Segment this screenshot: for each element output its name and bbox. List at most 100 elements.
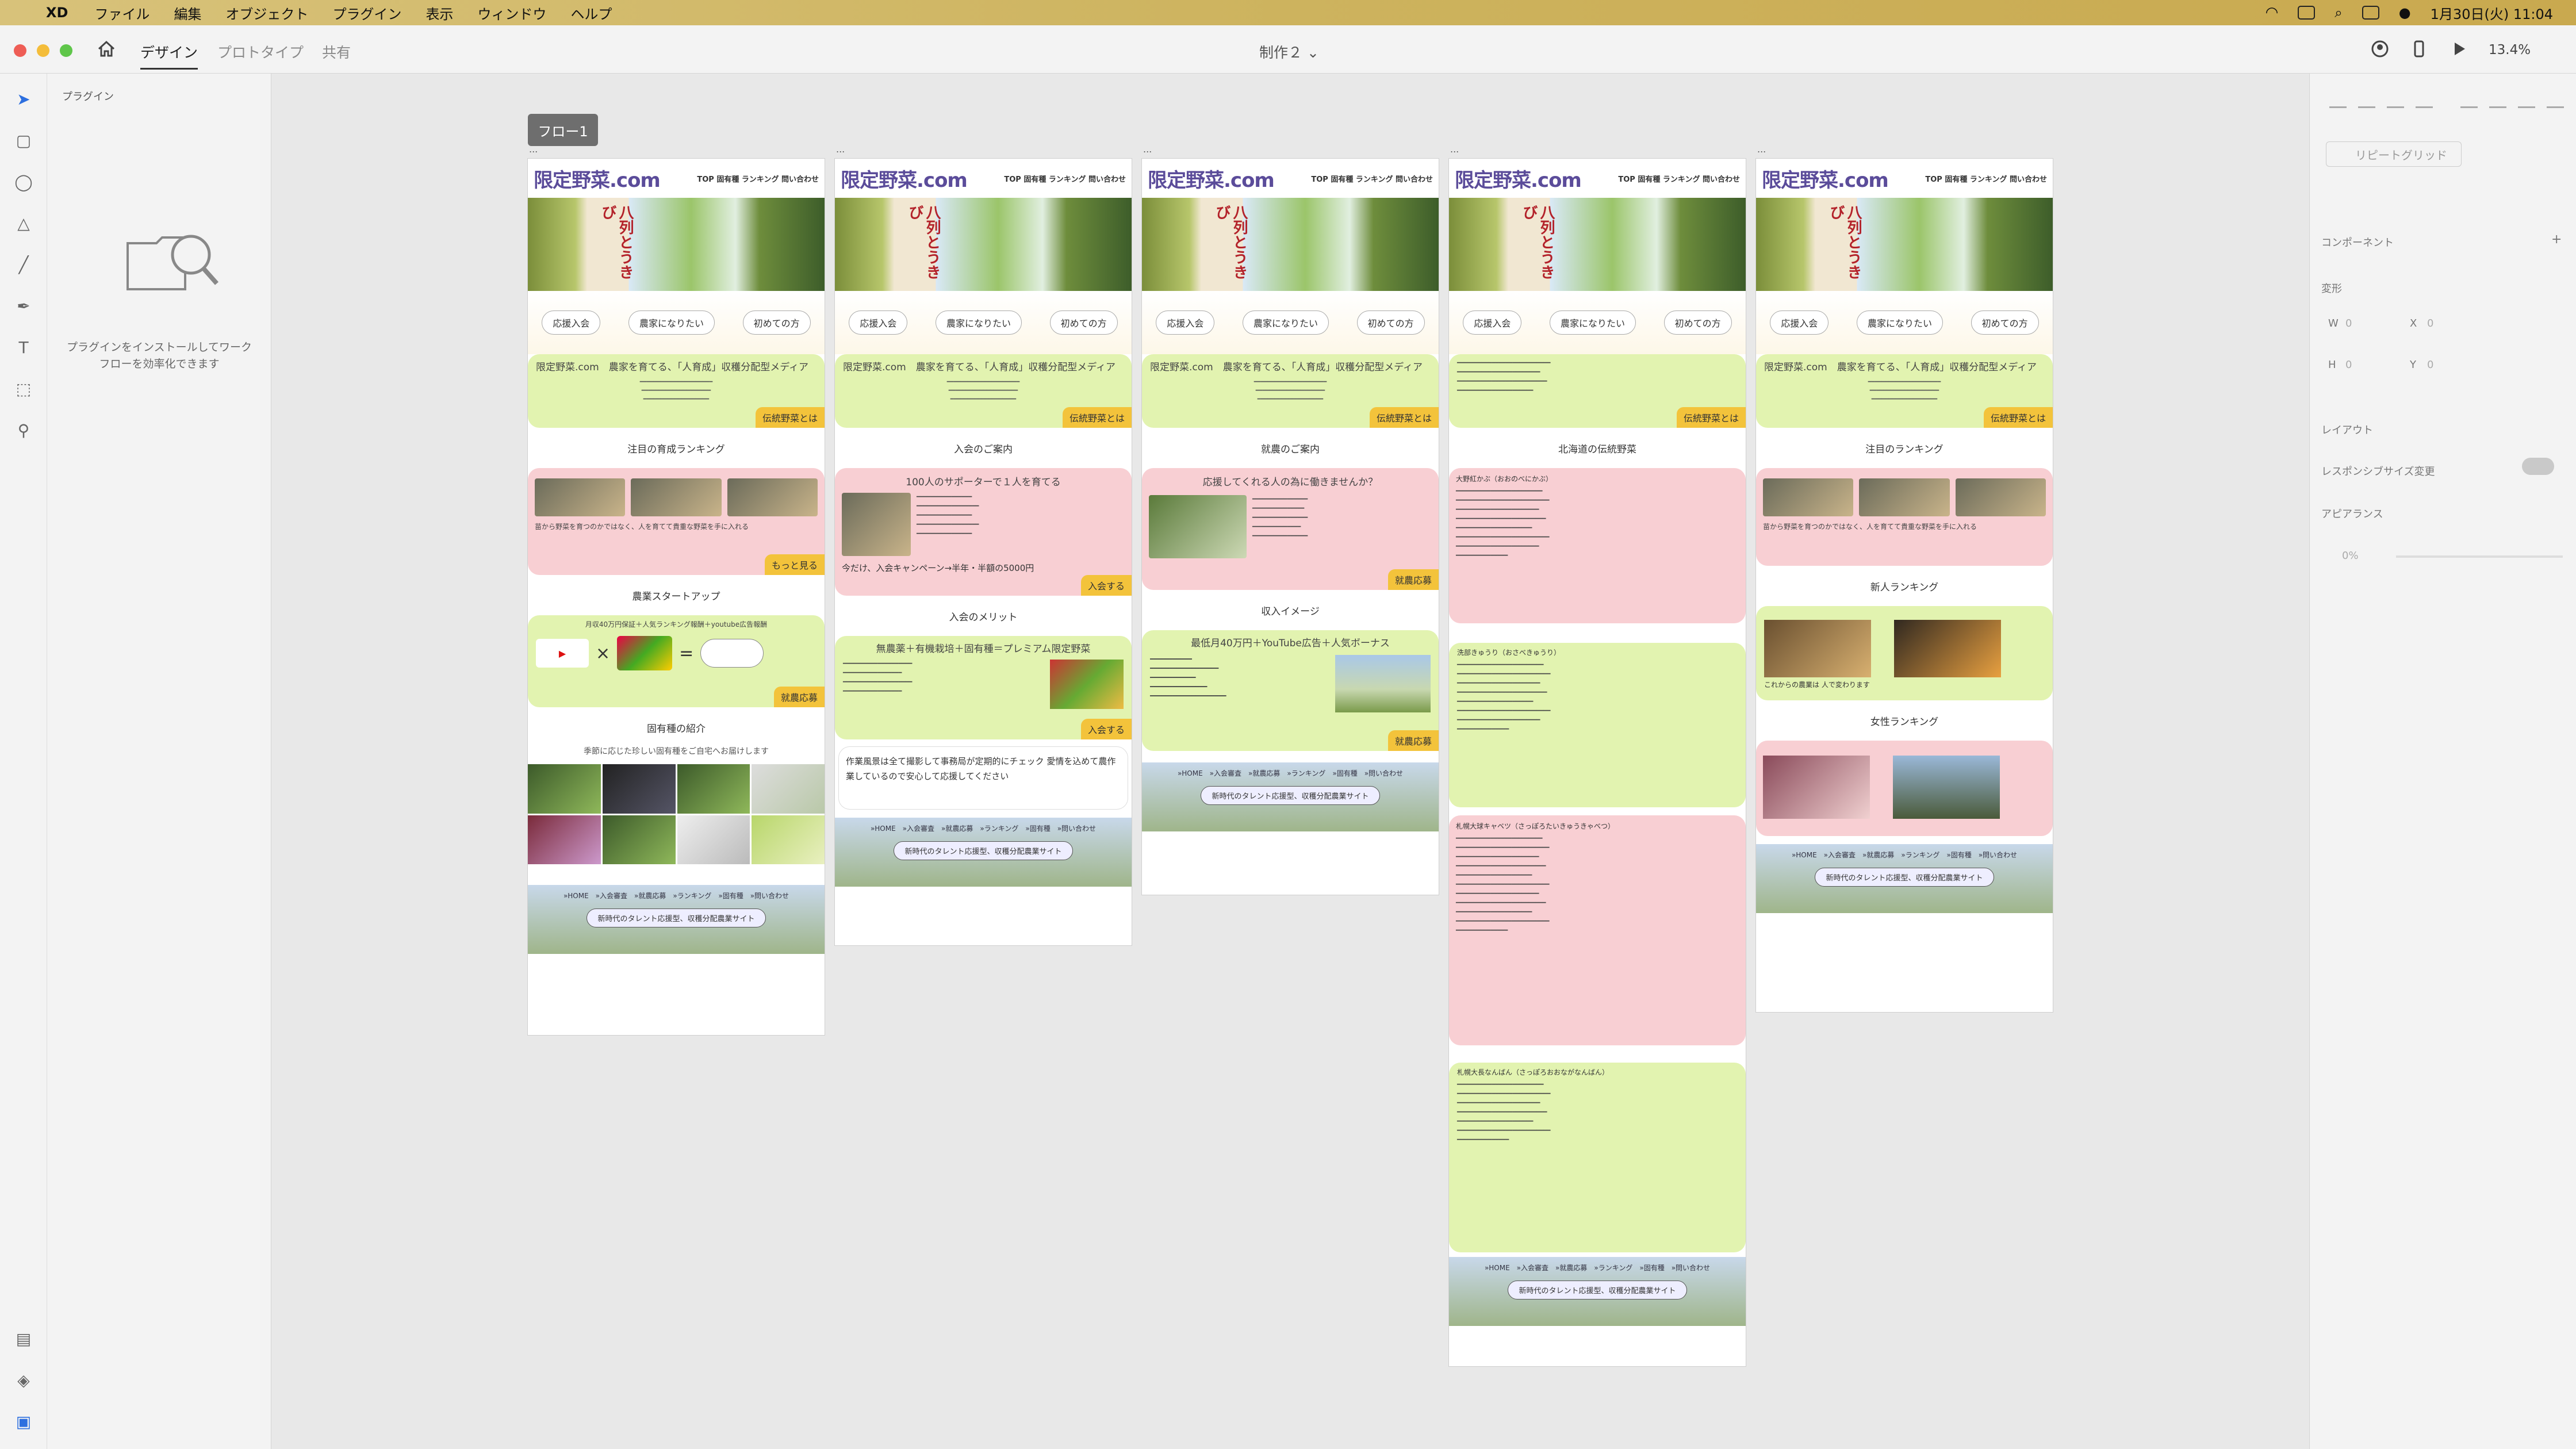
menu-window[interactable]: ウィンドウ [477,3,546,23]
line-tool-icon[interactable]: ╱ [13,254,34,275]
search-icon[interactable]: ⌕ [2334,5,2342,21]
newcomer-photo[interactable] [1764,620,1871,677]
y-field[interactable]: 0 [2427,359,2433,371]
w-field[interactable]: 0 [2345,317,2352,329]
artboard-4[interactable]: 限定野菜.com TOP 固有種 ランキング 問い合わせ 八列とうきび 応援入会 … [1449,159,1746,1366]
vegetable-photo[interactable] [528,764,601,814]
cta-first[interactable]: 初めての方 [1356,310,1425,335]
footer-button[interactable]: 新時代のタレント応援型、収穫分配農業サイト [894,841,1073,860]
cta-first[interactable]: 初めての方 [1971,310,2039,335]
minimize-window-button[interactable] [37,44,49,57]
cta-farmer[interactable]: 農家になりたい [628,310,715,335]
farm-apply-button[interactable]: 就農応募 [1387,730,1439,751]
account-icon[interactable] [2370,39,2390,59]
zoom-window-button[interactable] [60,44,72,57]
x-field[interactable]: 0 [2427,317,2433,329]
artboard-5[interactable]: 限定野菜.com TOP 固有種 ランキング 問い合わせ 八列とうきび 応援入会 … [1756,159,2053,1012]
footer-links[interactable]: »HOME »入会審査 »就農応募 »ランキング »固有種 »問い合わせ [841,823,1126,833]
cta-join[interactable]: 応援入会 [542,310,601,335]
menu-help[interactable]: ヘルプ [570,3,612,23]
artboard-handle[interactable]: ... [1450,144,1459,155]
vegetable-photo[interactable] [602,764,676,814]
cta-first[interactable]: 初めての方 [1663,310,1732,335]
play-icon[interactable] [2450,39,2469,59]
h-field[interactable]: 0 [2345,359,2352,371]
farm-apply-button[interactable]: 就農応募 [1387,569,1439,590]
ranking-photo[interactable] [1859,478,1950,516]
vegetable-photo[interactable] [752,815,825,864]
vegetable-photo[interactable] [677,815,750,864]
assets-icon[interactable]: ▤ [13,1328,34,1349]
intro-tag[interactable]: 伝統野菜とは [1983,407,2053,428]
cta-farmer[interactable]: 農家になりたい [1549,310,1636,335]
zoom-level[interactable]: 13.4% [2489,43,2531,57]
cta-join[interactable]: 応援入会 [1156,310,1215,335]
vegetable-photo[interactable] [677,764,750,814]
artboard-1[interactable]: 限定野菜.com TOP 固有種 ランキング 問い合わせ 八列とうきび 応援入会 … [528,159,825,1035]
ranking-photo[interactable] [727,478,818,516]
polygon-tool-icon[interactable]: △ [13,213,34,233]
control-center-icon[interactable] [2362,6,2379,20]
apply-button[interactable]: 就農応募 [773,687,825,707]
artboard-tool-icon[interactable]: ⬚ [13,378,34,399]
align-left-icon[interactable] [2329,91,2347,108]
text-tool-icon[interactable]: T [13,337,34,358]
align-center-icon[interactable] [2358,91,2375,108]
align-bottom-icon[interactable] [2518,91,2535,108]
rectangle-tool-icon[interactable]: ▢ [13,130,34,151]
newcomer-photo[interactable] [1894,620,2001,677]
intro-tag[interactable]: 伝統野菜とは [1369,407,1439,428]
repeat-grid-button[interactable]: リピートグリッド [2326,141,2462,167]
vegetable-photo[interactable] [602,815,676,864]
intro-tag[interactable]: 伝統野菜とは [1062,407,1132,428]
input-source-icon[interactable] [2298,6,2316,20]
footer-button[interactable]: 新時代のタレント応援型、収穫分配農業サイト [1508,1281,1687,1300]
distribute-v-icon[interactable] [2489,91,2506,108]
tab-share[interactable]: 共有 [322,41,351,62]
ranking-photo[interactable] [1955,478,2046,516]
responsive-toggle[interactable] [2522,458,2554,475]
cta-join[interactable]: 応援入会 [849,310,908,335]
footer-links[interactable]: »HOME »入会審査 »就農応募 »ランキング »固有種 »問い合わせ [534,891,819,900]
cta-farmer[interactable]: 農家になりたい [1242,310,1329,335]
menu-object[interactable]: オブジェクト [225,3,308,23]
female-photo[interactable] [1893,756,2000,819]
cta-farmer[interactable]: 農家になりたい [1856,310,1943,335]
footer-links[interactable]: »HOME »入会審査 »就農応募 »ランキング »固有種 »問い合わせ [1455,1263,1740,1272]
female-photo[interactable] [1763,756,1870,819]
opacity-slider[interactable] [2396,555,2563,558]
wifi-icon[interactable]: ◠ [2266,4,2279,21]
flow-label[interactable]: フロー1 [528,114,598,146]
artboard-2[interactable]: 限定野菜.com TOP 固有種 ランキング 問い合わせ 八列とうきび 応援入会 … [835,159,1132,945]
align-top-icon[interactable] [2416,91,2433,108]
ranking-photo[interactable] [535,478,626,516]
clock[interactable]: 1月30日(火) 11:04 [2431,3,2553,23]
close-window-button[interactable] [14,44,26,57]
footer-button[interactable]: 新時代のタレント応援型、収穫分配農業サイト [1815,868,1994,887]
ellipse-tool-icon[interactable]: ◯ [13,171,34,192]
document-title[interactable]: 制作２ ⌄ [1259,41,1319,62]
select-tool-icon[interactable]: ➤ [13,89,34,109]
menu-plugins[interactable]: プラグイン [332,3,401,23]
intro-tag[interactable]: 伝統野菜とは [1676,407,1746,428]
footer-button[interactable]: 新時代のタレント応援型、収穫分配農業サイト [1201,786,1380,805]
home-icon[interactable] [97,39,116,59]
cta-join[interactable]: 応援入会 [1463,310,1522,335]
vegetable-photo[interactable] [528,815,601,864]
zoom-tool-icon[interactable]: ⚲ [13,420,34,440]
align-right-icon[interactable] [2387,91,2404,108]
menu-edit[interactable]: 編集 [174,3,201,23]
mobile-preview-icon[interactable] [2409,39,2429,59]
app-name[interactable]: XD [46,5,68,21]
footer-links[interactable]: »HOME »入会審査 »就農応募 »ランキング »固有種 »問い合わせ [1762,850,2047,860]
artboard-handle[interactable]: ... [1757,144,1766,155]
join-button[interactable]: 入会する [1080,575,1132,596]
siri-icon[interactable]: ● [2399,5,2411,21]
ranking-photo[interactable] [1763,478,1854,516]
intro-tag[interactable]: 伝統野菜とは [755,407,825,428]
menu-file[interactable]: ファイル [94,3,150,23]
artboard-handle[interactable]: ... [836,144,845,155]
cta-first[interactable]: 初めての方 [1049,310,1118,335]
artboard-handle[interactable]: ... [529,144,538,155]
menu-view[interactable]: 表示 [425,3,453,23]
